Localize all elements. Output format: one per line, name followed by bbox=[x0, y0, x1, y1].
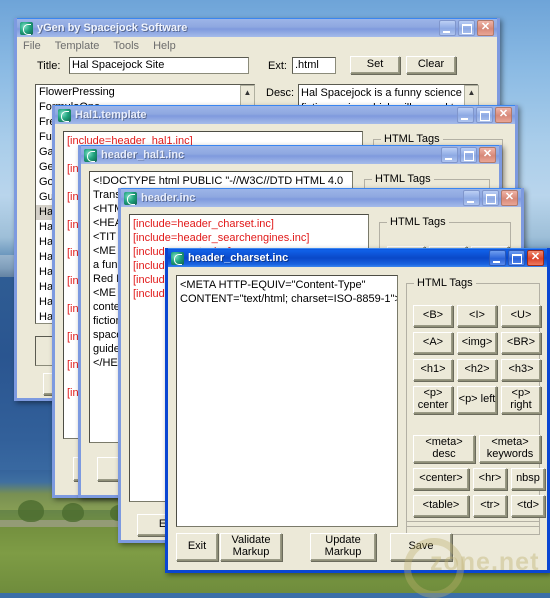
tag-button-tr[interactable]: <tr> bbox=[473, 495, 507, 517]
app-icon bbox=[20, 21, 33, 35]
desc-field-label: Desc: bbox=[266, 87, 295, 99]
tree bbox=[18, 500, 44, 522]
maximize-icon[interactable] bbox=[482, 190, 499, 206]
ext-input[interactable]: .html bbox=[292, 57, 336, 74]
window-controls[interactable] bbox=[489, 250, 547, 266]
ext-field-label: Ext: bbox=[268, 60, 287, 72]
minimize-icon[interactable] bbox=[463, 190, 480, 206]
window-title-header-charset: header_charset.inc bbox=[188, 252, 289, 264]
memo-line: <!DOCTYPE html PUBLIC "-//W3C//DTD HTML … bbox=[93, 175, 344, 187]
menu-file[interactable]: File bbox=[23, 40, 41, 52]
html-tags-group-title: HTML Tags bbox=[414, 277, 476, 289]
window-controls-main[interactable] bbox=[439, 20, 497, 36]
memo-line: CONTENT="text/html; charset=ISO-8859-1"> bbox=[180, 293, 398, 305]
tag-button-b[interactable]: <B> bbox=[413, 305, 453, 327]
tag-button-h2[interactable]: <h2> bbox=[457, 359, 497, 381]
title-field-label: Title: bbox=[37, 60, 61, 72]
minimize-icon[interactable] bbox=[441, 147, 458, 163]
titlebar-hal1-template[interactable]: Hal1.template bbox=[55, 105, 515, 124]
tag-button-a[interactable]: <A> bbox=[413, 332, 453, 354]
scroll-up-icon[interactable]: ▲ bbox=[241, 86, 254, 99]
tag-button-hr[interactable]: <hr> bbox=[473, 468, 507, 490]
window-controls[interactable] bbox=[441, 147, 499, 163]
memo-line: [include=header_charset.inc] bbox=[133, 218, 274, 230]
tag-button-u[interactable]: <U> bbox=[501, 305, 541, 327]
window-controls[interactable] bbox=[457, 107, 515, 123]
close-icon[interactable] bbox=[527, 250, 544, 266]
tag-button-center[interactable]: <center> bbox=[413, 468, 469, 490]
tag-button-h1[interactable]: <h1> bbox=[413, 359, 453, 381]
tag-button-table[interactable]: <table> bbox=[413, 495, 469, 517]
window-header-charset-inc[interactable]: header_charset.inc <META HTTP-EQUIV="Con… bbox=[165, 248, 550, 573]
window-title-header-hal1: header_hal1.inc bbox=[101, 149, 185, 161]
app-icon bbox=[58, 108, 71, 122]
menu-help[interactable]: Help bbox=[153, 40, 176, 52]
titlebar-header-charset[interactable]: header_charset.inc bbox=[168, 248, 547, 267]
close-icon[interactable] bbox=[479, 147, 496, 163]
titlebar-header-hal1[interactable]: header_hal1.inc bbox=[81, 145, 499, 164]
app-icon bbox=[124, 191, 137, 205]
menubar[interactable]: File Template Tools Help bbox=[17, 37, 497, 54]
tag-button-br[interactable]: <BR> bbox=[501, 332, 541, 354]
tag-button-nbsp[interactable]: nbsp bbox=[511, 468, 545, 490]
maximize-icon[interactable] bbox=[508, 250, 525, 266]
maximize-icon[interactable] bbox=[476, 107, 493, 123]
clear-button[interactable]: Clear bbox=[406, 56, 456, 74]
html-tags-group-title: HTML Tags bbox=[372, 173, 434, 185]
html-tags-group-title: HTML Tags bbox=[387, 216, 449, 228]
update-markup-button[interactable]: Update Markup bbox=[310, 533, 376, 561]
tag-button-h3[interactable]: <h3> bbox=[501, 359, 541, 381]
memo-line: <META HTTP-EQUIV="Content-Type" bbox=[180, 279, 366, 291]
close-icon[interactable] bbox=[501, 190, 518, 206]
minimize-icon[interactable] bbox=[489, 250, 506, 266]
tag-button-img[interactable]: <img> bbox=[457, 332, 497, 354]
exit-button[interactable]: Exit bbox=[176, 533, 218, 561]
window-title-main: yGen by Spacejock Software bbox=[37, 22, 188, 34]
titlebar-main[interactable]: yGen by Spacejock Software bbox=[17, 18, 497, 37]
charset-editor-memo[interactable]: <META HTTP-EQUIV="Content-Type" CONTENT=… bbox=[176, 275, 398, 527]
titlebar-header-inc[interactable]: header.inc bbox=[121, 188, 521, 207]
list-item[interactable]: FlowerPressing bbox=[36, 85, 254, 100]
tag-button-meta-keywords[interactable]: <meta> keywords bbox=[479, 435, 541, 463]
menu-tools[interactable]: Tools bbox=[113, 40, 139, 52]
tree bbox=[62, 503, 84, 522]
html-tags-group-title: HTML Tags bbox=[381, 133, 443, 145]
maximize-icon[interactable] bbox=[460, 147, 477, 163]
app-icon bbox=[171, 251, 184, 265]
close-icon[interactable] bbox=[495, 107, 512, 123]
window-title-header-inc: header.inc bbox=[141, 192, 196, 204]
window-title-hal1-template: Hal1.template bbox=[75, 109, 147, 121]
set-button[interactable]: Set bbox=[350, 56, 400, 74]
close-icon[interactable] bbox=[477, 20, 494, 36]
tag-button-i[interactable]: <I> bbox=[457, 305, 497, 327]
app-icon bbox=[84, 148, 97, 162]
tag-button-p-right[interactable]: <p> right bbox=[501, 386, 541, 414]
maximize-icon[interactable] bbox=[458, 20, 475, 36]
memo-line: [include=header_searchengines.inc] bbox=[133, 232, 310, 244]
title-input[interactable]: Hal Spacejock Site bbox=[69, 57, 249, 74]
tag-button-td[interactable]: <td> bbox=[511, 495, 545, 517]
minimize-icon[interactable] bbox=[439, 20, 456, 36]
minimize-icon[interactable] bbox=[457, 107, 474, 123]
tag-button-meta-desc[interactable]: <meta> desc bbox=[413, 435, 475, 463]
window-controls[interactable] bbox=[463, 190, 521, 206]
tag-button-p-center[interactable]: <p> center bbox=[413, 386, 453, 414]
tag-button-p-left[interactable]: <p> left bbox=[457, 386, 497, 414]
save-button[interactable]: Save bbox=[390, 533, 452, 561]
menu-template[interactable]: Template bbox=[55, 40, 100, 52]
validate-markup-button[interactable]: Validate Markup bbox=[220, 533, 282, 561]
scroll-up-icon[interactable]: ▲ bbox=[465, 86, 478, 99]
